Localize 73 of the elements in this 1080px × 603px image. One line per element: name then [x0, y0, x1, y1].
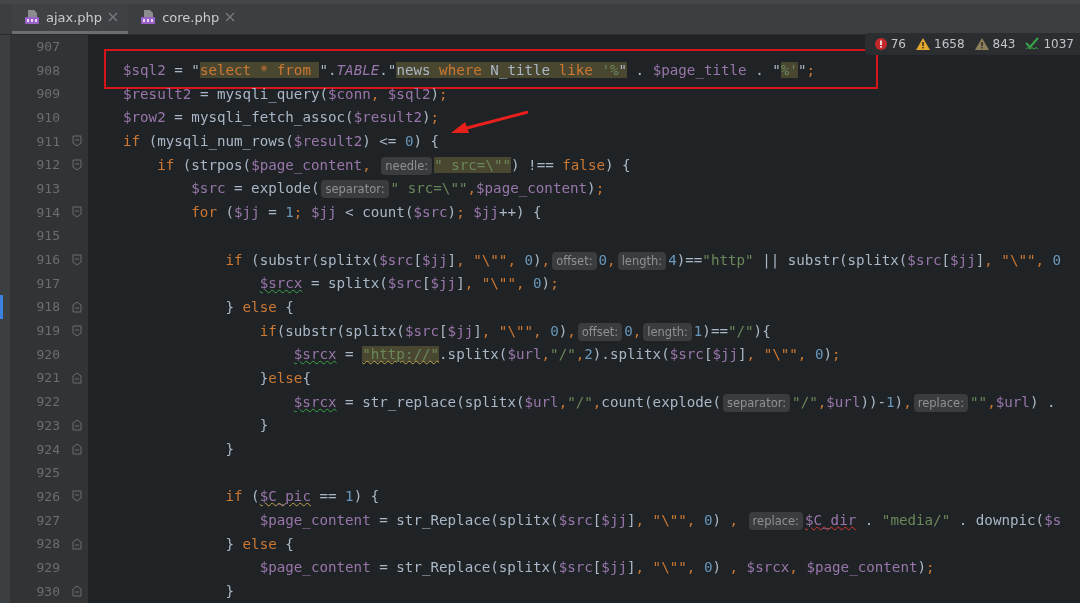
code-line: $srcx = "http://".splitx($url,"/",2).splitx($src[$jj], "\"", 0);	[293, 346, 841, 363]
line-number: 911	[35, 133, 60, 149]
line-number: 923	[35, 417, 60, 433]
php-file-icon	[24, 9, 40, 26]
inspection-count: 1037	[1043, 36, 1074, 51]
code-line: } else {	[225, 298, 294, 315]
warning-icon	[916, 37, 930, 50]
code-line: } else {	[225, 535, 294, 552]
code-line: if (strpos($page_content, needle: " src=\"") !== false) {	[157, 156, 631, 173]
line-number: 928	[35, 536, 60, 552]
fold-start-icon[interactable]	[72, 158, 82, 171]
line-number: 910	[35, 109, 60, 125]
code-line: }	[259, 417, 269, 434]
code-line: if (substr(splitx($src[$jj], "\"", 0), offset: 0, length: 4)=="http" || substr(splitx($src[$jj], "\"", 0	[225, 251, 1062, 268]
line-number: 925	[35, 465, 60, 481]
code-line: for ($jj = 1; $jj < count($src); $jj++) {	[191, 204, 542, 221]
code-line: $srcx = splitx($src[$jj], "\"", 0);	[259, 275, 559, 292]
inspection-count: 76	[890, 36, 906, 51]
code-line: }	[225, 583, 235, 600]
line-number: 927	[35, 512, 60, 528]
code-line: $src = explode( separator: " src=\"",$page_content);	[191, 180, 605, 197]
fold-start-icon[interactable]	[72, 490, 82, 503]
line-number: 926	[35, 488, 60, 504]
inspection-count: 1658	[934, 36, 965, 51]
line-number: 921	[35, 370, 60, 386]
line-number: 920	[35, 346, 60, 362]
tab-label: core.php	[162, 9, 220, 25]
line-number: 918	[35, 299, 60, 315]
code-line: if ($C_pic == 1) {	[225, 488, 380, 505]
fold-start-icon[interactable]	[72, 324, 82, 337]
line-number: 916	[35, 252, 60, 268]
inspection-count: 843	[992, 36, 1016, 51]
code-line: }	[225, 441, 235, 458]
code-line: $result2 = mysqli_query($conn, $sql2);	[123, 85, 448, 102]
close-icon[interactable]	[108, 12, 119, 23]
code-line: }else{	[259, 369, 311, 386]
fold-end-icon[interactable]	[72, 300, 82, 313]
code-line: $page_content = str_Replace(splitx($src[$jj], "\"", 0) , $srcx, $page_content);	[259, 559, 935, 576]
code-line: $row2 = mysqli_fetch_assoc($result2);	[123, 109, 440, 126]
line-number: 922	[35, 394, 60, 410]
fold-end-icon[interactable]	[72, 537, 82, 550]
fold-end-icon[interactable]	[72, 419, 82, 432]
close-icon[interactable]	[225, 12, 236, 23]
code-line: if(substr(splitx($src[$jj], "\"", 0), offset: 0, length: 1)=="/"){	[259, 322, 771, 339]
error-icon	[874, 37, 887, 50]
line-number: 919	[35, 323, 60, 339]
file-tab[interactable]: core.php	[128, 4, 246, 34]
line-number: 915	[35, 228, 60, 244]
line-number: 909	[35, 86, 60, 102]
fold-end-icon[interactable]	[72, 371, 82, 384]
fold-start-icon[interactable]	[72, 206, 82, 219]
warning-icon	[974, 37, 989, 50]
line-number: 908	[35, 62, 60, 78]
fold-start-icon[interactable]	[72, 135, 82, 148]
tab-label: ajax.php	[46, 9, 103, 25]
line-number: 924	[35, 441, 60, 457]
line-number: 907	[35, 38, 60, 54]
line-number: 930	[35, 583, 60, 599]
fold-end-icon[interactable]	[72, 443, 82, 456]
code-line: if (mysqli_num_rows($result2) <= 0) {	[123, 133, 440, 150]
code-line: $sql2 = "select * from ".TABLE."news where N_title like '%" . $page_title . "%'";	[123, 62, 815, 79]
code-line: $page_content = str_Replace(splitx($src[$jj], "\"", 0) , replace: $C_dir . "media/" . downpic($s	[259, 512, 1062, 529]
fold-end-icon[interactable]	[72, 585, 82, 598]
line-number: 917	[35, 275, 60, 291]
php-file-icon	[140, 9, 157, 26]
fold-start-icon[interactable]	[72, 253, 82, 266]
line-number: 914	[35, 204, 60, 220]
line-number: 912	[35, 157, 60, 173]
inspection-widget[interactable]: 76 1658 843 1037	[864, 32, 1080, 55]
code-line: $srcx = str_replace(splitx($url,"/",count(explode( separator: "/",$url))-1), replace: "",$url) .	[293, 393, 1056, 410]
line-number: 929	[35, 559, 60, 575]
line-number: 913	[35, 180, 60, 196]
check-icon	[1025, 36, 1040, 51]
